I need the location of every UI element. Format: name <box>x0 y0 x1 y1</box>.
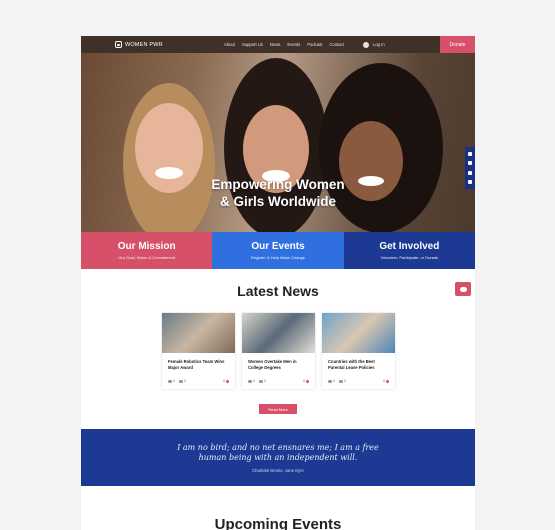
heart-icon <box>226 379 229 383</box>
quote-line2: human being with an independent will. <box>198 453 358 462</box>
news-headline: Female Robotics Team Wins Major Award <box>168 359 225 370</box>
comments-count: 0 <box>344 379 347 383</box>
donate-button[interactable]: Donate <box>440 36 475 53</box>
logo-icon <box>115 41 122 48</box>
hero-title-line1: Empowering Women <box>211 177 345 192</box>
card-our-mission[interactable]: Our Mission Our Goal, Vision & Commitmen… <box>81 232 213 269</box>
upcoming-events-heading: Upcoming Events <box>214 516 342 530</box>
like-button[interactable]: 0 <box>223 379 229 383</box>
comment-icon <box>179 379 184 383</box>
card-title: Our Events <box>251 241 305 252</box>
news-stats: 0 0 0 <box>322 377 395 385</box>
hero-title: Empowering Women & Girls Worldwide <box>81 176 475 210</box>
social-bar <box>465 147 475 189</box>
nav-events[interactable]: Events <box>287 42 300 47</box>
comments-count: 0 <box>184 379 187 383</box>
quote-line1: I am no bird; and no net ensnares me; I … <box>177 443 379 452</box>
nav-support-us[interactable]: Support Us <box>242 42 263 47</box>
heart-icon <box>386 379 389 383</box>
nav-about[interactable]: About <box>224 42 235 47</box>
news-stats: 0 0 0 <box>162 377 235 385</box>
user-icon <box>363 41 369 48</box>
card-subtitle: Volunteer, Participate, or Donate <box>380 255 439 260</box>
website-page: WOMEN PWR About Support Us News Events P… <box>81 36 475 530</box>
eye-icon <box>328 379 332 383</box>
comments-count: 0 <box>264 379 267 383</box>
card-our-events[interactable]: Our Events Register & Help Make Change <box>212 232 344 269</box>
comment-icon <box>339 379 344 383</box>
like-button[interactable]: 0 <box>383 379 389 383</box>
news-card[interactable]: Women Overtake Men in College Degrees 0 … <box>242 313 315 389</box>
news-card[interactable]: Countries with the Best Parental Leave P… <box>322 313 395 389</box>
chat-button[interactable] <box>455 282 471 296</box>
login-button[interactable]: Log In <box>363 36 385 53</box>
news-image <box>242 313 315 353</box>
read-more-button[interactable]: Read More <box>259 404 297 414</box>
main-nav: About Support Us News Events Podcast Con… <box>224 36 344 53</box>
likes-count: 0 <box>382 379 385 383</box>
feature-cards: Our Mission Our Goal, Vision & Commitmen… <box>81 232 475 269</box>
news-headline: Women Overtake Men in College Degrees <box>248 359 297 370</box>
views-count: 0 <box>253 379 256 383</box>
card-title: Our Mission <box>117 241 176 252</box>
card-get-involved[interactable]: Get Involved Volunteer, Participate, or … <box>343 232 475 269</box>
quote-author: Charlotte Bronte, Jane Eyre <box>252 468 304 473</box>
like-button[interactable]: 0 <box>303 379 309 383</box>
youtube-icon[interactable] <box>468 170 472 175</box>
card-subtitle: Our Goal, Vision & Commitment <box>118 255 176 260</box>
top-navigation-bar: WOMEN PWR About Support Us News Events P… <box>81 36 475 53</box>
eye-icon <box>248 379 252 383</box>
login-label: Log In <box>373 42 385 47</box>
likes-count: 0 <box>222 379 225 383</box>
latest-news-heading: Latest News <box>237 283 319 299</box>
views-count: 0 <box>333 379 336 383</box>
nav-podcast[interactable]: Podcast <box>307 42 322 47</box>
card-subtitle: Register & Help Make Change <box>250 255 305 260</box>
likes-count: 0 <box>302 379 305 383</box>
hero-title-line2: & Girls Worldwide <box>219 194 336 209</box>
news-headline: Countries with the Best Parental Leave P… <box>328 359 375 370</box>
news-image <box>162 313 235 353</box>
quote-text: I am no bird; and no net ensnares me; I … <box>81 443 475 463</box>
eye-icon <box>168 379 172 383</box>
news-stats: 0 0 0 <box>242 377 315 385</box>
news-image <box>322 313 395 353</box>
views-count: 0 <box>173 379 176 383</box>
news-card[interactable]: Female Robotics Team Wins Major Award 0 … <box>162 313 235 389</box>
comment-icon <box>259 379 264 383</box>
news-grid: Female Robotics Team Wins Major Award 0 … <box>162 313 395 389</box>
site-logo[interactable]: WOMEN PWR <box>115 41 163 48</box>
chat-icon <box>459 286 467 292</box>
nav-contact[interactable]: Contact <box>329 42 343 47</box>
twitter-icon[interactable] <box>468 161 472 166</box>
instagram-icon[interactable] <box>468 180 472 185</box>
quote-section: I am no bird; and no net ensnares me; I … <box>81 429 475 486</box>
nav-news[interactable]: News <box>270 42 280 47</box>
facebook-icon[interactable] <box>468 151 472 156</box>
card-title: Get Involved <box>379 241 440 252</box>
hero-banner: Empowering Women & Girls Worldwide <box>81 53 475 232</box>
heart-icon <box>306 379 309 383</box>
logo-text: WOMEN PWR <box>125 41 163 48</box>
